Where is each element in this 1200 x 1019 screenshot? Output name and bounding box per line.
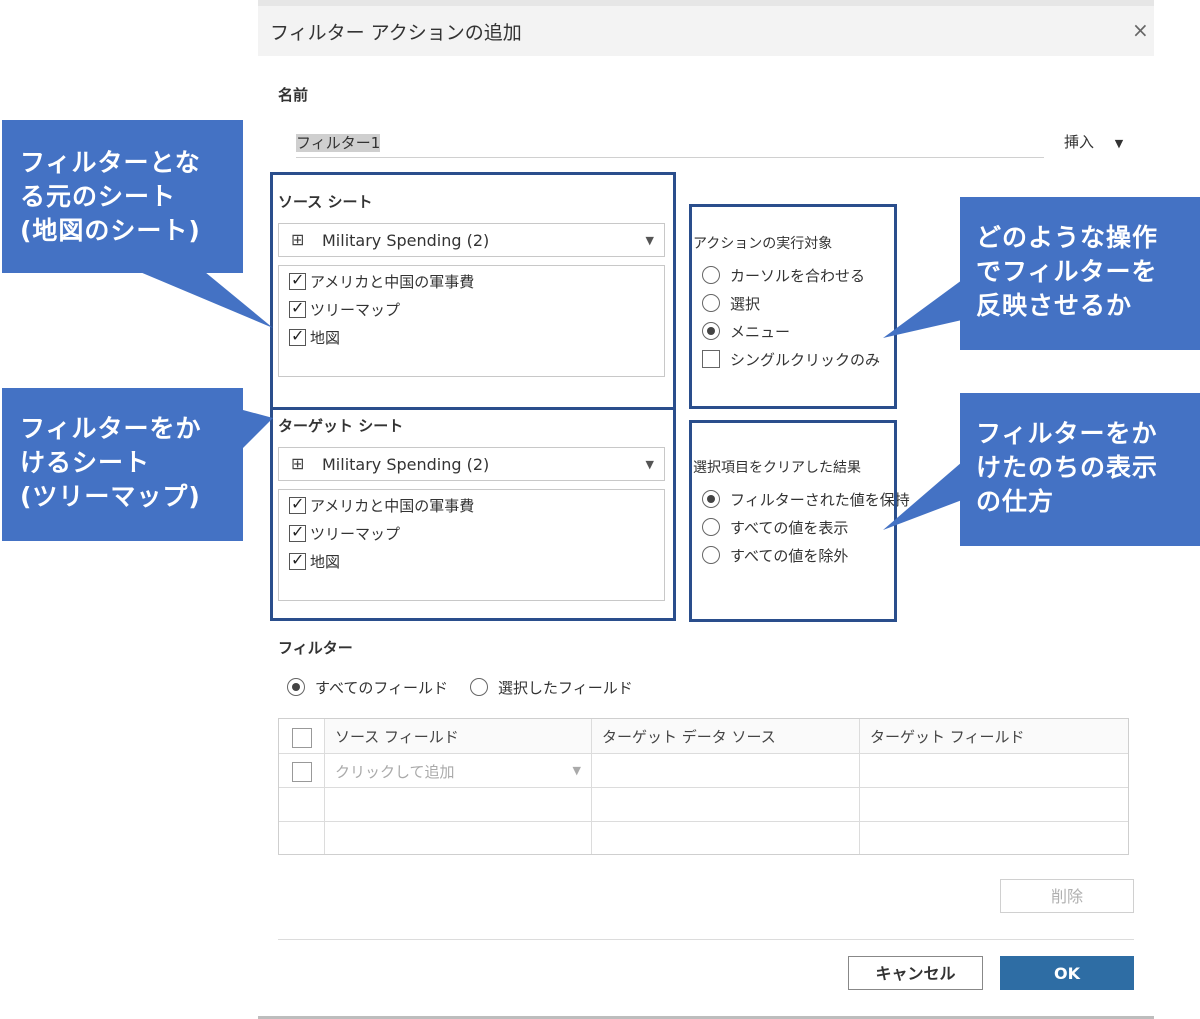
run-callout: どのような操作 でフィルターを 反映させるか (960, 197, 1200, 350)
source-callout-pointer (140, 272, 273, 328)
run-callout-text: どのような操作 でフィルターを 反映させるか (976, 223, 1159, 320)
target-callout: フィルターをか けるシート (ツリーマップ) (2, 388, 243, 541)
clear-callout-text: フィルターをか けたのちの表示 の仕方 (976, 419, 1159, 516)
target-callout-text: フィルターをか けるシート (ツリーマップ) (20, 414, 202, 511)
run-callout-pointer (883, 280, 962, 338)
clear-callout-pointer (883, 462, 962, 530)
source-callout-text: フィルターとな る元のシート (地図のシート) (20, 148, 201, 245)
clear-callout: フィルターをか けたのちの表示 の仕方 (960, 393, 1200, 546)
target-callout-pointer (243, 410, 273, 448)
source-callout: フィルターとな る元のシート (地図のシート) (2, 120, 243, 273)
